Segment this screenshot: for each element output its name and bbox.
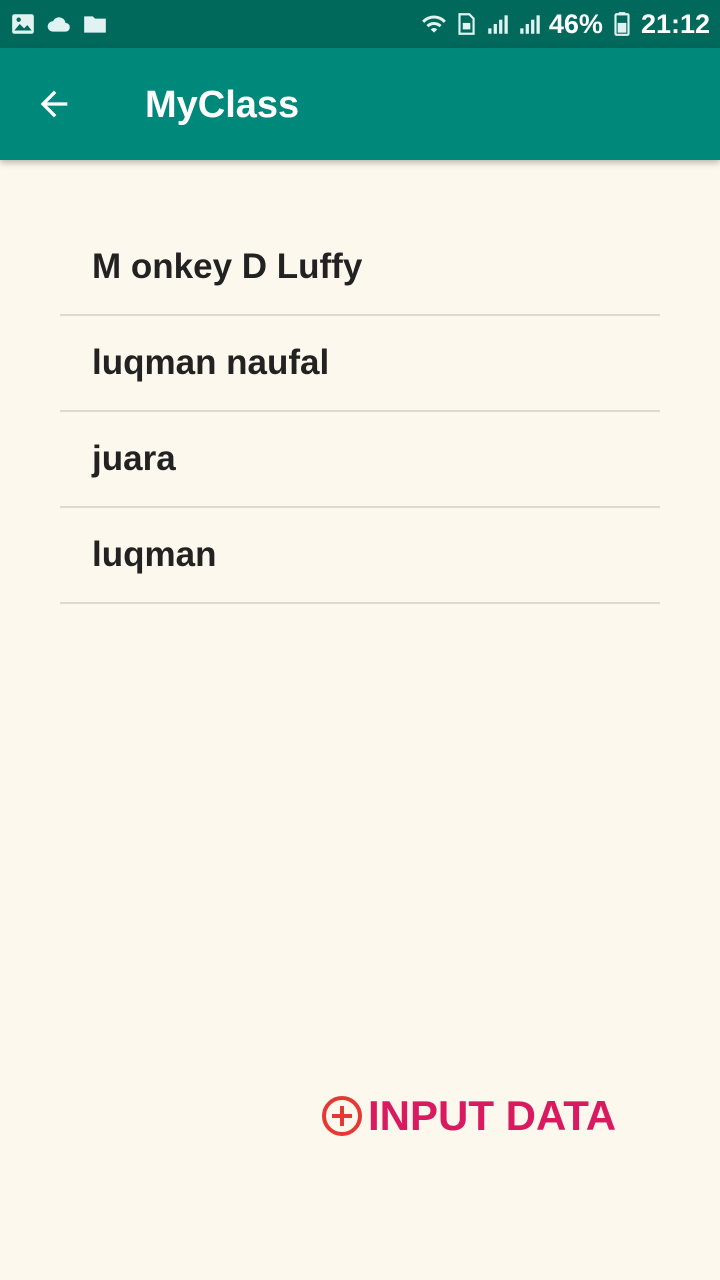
- list-item-label: luqman naufal: [92, 343, 330, 382]
- student-list: M onkey D Luffy luqman naufal juara luqm…: [60, 220, 660, 604]
- list-item-label: M onkey D Luffy: [92, 247, 363, 286]
- page-title: MyClass: [145, 84, 300, 126]
- app-bar: MyClass: [0, 48, 720, 160]
- wifi-icon: [421, 15, 446, 33]
- signal-icon: [488, 15, 508, 34]
- signal-icon: [520, 15, 540, 34]
- battery-icon: [614, 12, 630, 36]
- status-bar-notifications: [10, 11, 108, 37]
- arrow-back-icon[interactable]: [34, 84, 74, 124]
- battery-percent: 46%: [548, 8, 603, 39]
- clock: 21:12: [640, 8, 710, 39]
- sim-icon: [458, 13, 475, 35]
- cloud-icon: [47, 17, 70, 32]
- list-item[interactable]: luqman naufal: [60, 316, 660, 412]
- list-item[interactable]: juara: [60, 412, 660, 508]
- input-data-label: INPUT DATA: [368, 1092, 617, 1139]
- list-item[interactable]: luqman: [60, 508, 660, 604]
- list-item[interactable]: M onkey D Luffy: [60, 220, 660, 316]
- list-item-label: luqman: [92, 535, 217, 574]
- plus-circle-icon: [322, 1096, 362, 1136]
- status-bar: 46% 21:12: [0, 0, 720, 48]
- folder-icon: [84, 16, 106, 33]
- image-icon: [12, 14, 34, 34]
- input-data-button[interactable]: INPUT DATA: [320, 1088, 616, 1144]
- list-item-label: juara: [92, 439, 176, 478]
- status-bar-system: 46% 21:12: [421, 9, 710, 40]
